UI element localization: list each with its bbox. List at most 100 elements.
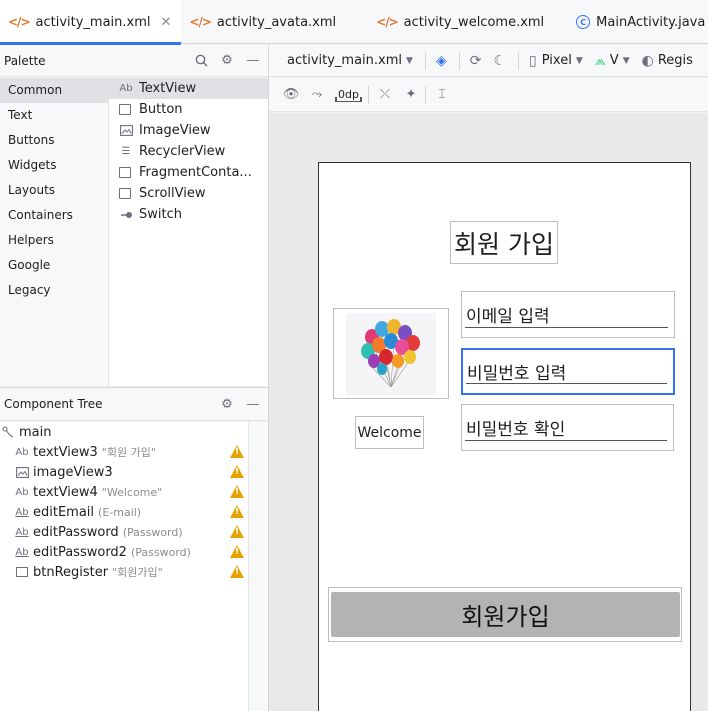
email-placeholder: 이메일 입력: [466, 307, 550, 327]
clear-constraints-icon[interactable]: ⤫: [373, 84, 397, 106]
orientation-icon[interactable]: ⟳: [470, 53, 482, 69]
layout-file-dropdown[interactable]: activity_main.xml ▼: [287, 53, 413, 68]
gear-icon[interactable]: ⚙: [216, 50, 238, 72]
category-common[interactable]: Common: [0, 78, 108, 103]
imageview-icon: [14, 466, 30, 478]
category-legacy[interactable]: Legacy: [0, 278, 108, 303]
editor-tab-bar: </> activity_main.xml ✕ </> activity_ava…: [0, 0, 708, 45]
widget-label: TextView: [139, 81, 197, 96]
tab-main-activity[interactable]: C MainActivity.java: [568, 0, 708, 44]
edittext-icon: Ab: [15, 546, 29, 558]
android-icon: ⩕: [594, 52, 606, 69]
api-dropdown[interactable]: ⩕ V ▼: [595, 53, 630, 69]
theme-dropdown[interactable]: ◐ Regis: [642, 53, 693, 69]
tab-activity-welcome[interactable]: </> activity_welcome.xml: [368, 0, 554, 44]
minimize-icon[interactable]: —: [242, 50, 264, 72]
category-widgets[interactable]: Widgets: [0, 153, 108, 178]
preview-email-edittext[interactable]: 이메일 입력: [461, 291, 675, 338]
java-class-icon: C: [576, 15, 591, 29]
widget-imageview[interactable]: ImageView: [109, 120, 268, 141]
device-dropdown[interactable]: ▯ Pixel ▼: [529, 53, 583, 69]
toolbar-separator: [424, 51, 426, 70]
category-layouts[interactable]: Layouts: [0, 178, 108, 203]
button-icon: [119, 104, 131, 115]
palette-header: Palette ⚙ —: [0, 45, 268, 77]
switch-icon: [119, 211, 133, 219]
category-google[interactable]: Google: [0, 253, 108, 278]
infer-constraints-icon[interactable]: ✦: [399, 84, 423, 106]
warning-icon[interactable]: [230, 545, 244, 558]
widget-switch[interactable]: Switch: [109, 204, 268, 225]
warning-icon[interactable]: [230, 445, 244, 458]
magnet-icon[interactable]: ⤳: [305, 84, 329, 106]
tree-node-editemail[interactable]: Ab editEmail (E-mail): [0, 502, 248, 522]
theme-label: Regis: [657, 53, 693, 68]
layout-file-label: activity_main.xml: [287, 53, 403, 68]
tree-node-btnregister[interactable]: btnRegister "회원가입": [0, 562, 248, 582]
preview-register-button-frame[interactable]: 회원가입: [328, 587, 682, 642]
widget-scrollview[interactable]: ScrollView: [109, 183, 268, 204]
xml-file-icon: </>: [376, 15, 398, 29]
button-icon: [14, 567, 30, 577]
preview-welcome-textview[interactable]: Welcome: [355, 416, 424, 449]
xml-file-icon: </>: [8, 15, 30, 29]
category-helpers[interactable]: Helpers: [0, 228, 108, 253]
password-confirm-placeholder: 비밀번호 확인: [466, 420, 566, 440]
layers-icon[interactable]: ◈: [436, 53, 447, 69]
preview-register-button[interactable]: 회원가입: [331, 592, 680, 637]
warning-icon[interactable]: [230, 565, 244, 578]
tree-node-label: textView3: [33, 444, 98, 460]
tab-activity-avata[interactable]: </> activity_avata.xml: [181, 0, 346, 44]
night-mode-icon[interactable]: ☾: [493, 53, 506, 69]
textview-icon: Ab: [119, 83, 133, 94]
guidelines-icon[interactable]: ⌶: [430, 84, 454, 106]
imageview-icon: [119, 125, 133, 136]
balloons-image: [346, 313, 436, 395]
textview-icon: Ab: [15, 486, 29, 498]
warning-icon[interactable]: [230, 505, 244, 518]
palette-widgets: Ab TextView Button ImageView ☰ RecyclerV…: [108, 78, 268, 386]
widget-fragmentcontainer[interactable]: FragmentConta...: [109, 162, 268, 183]
warning-icon[interactable]: [230, 465, 244, 478]
tree-node-label: imageView3: [33, 464, 113, 480]
edittext-icon: Ab: [15, 526, 29, 538]
eye-icon[interactable]: 👁︎: [279, 84, 303, 106]
preview-password-confirm-edittext[interactable]: 비밀번호 확인: [461, 404, 674, 451]
category-buttons[interactable]: Buttons: [0, 128, 108, 153]
widget-recyclerview[interactable]: ☰ RecyclerView: [109, 141, 268, 162]
tree-node-textview4[interactable]: Ab textView4 "Welcome": [0, 482, 248, 502]
gear-icon[interactable]: ⚙: [216, 393, 238, 415]
tree-node-label: main: [19, 424, 52, 440]
tree-node-editpassword[interactable]: Ab editPassword (Password): [0, 522, 248, 542]
widget-button[interactable]: Button: [109, 99, 268, 120]
category-text[interactable]: Text: [0, 103, 108, 128]
fragment-icon: [119, 167, 131, 178]
tree-node-textview3[interactable]: Ab textView3 "회원 가입": [0, 442, 248, 462]
search-icon[interactable]: [190, 50, 212, 72]
chevron-down-icon: ▼: [622, 55, 630, 66]
password-placeholder: 비밀번호 입력: [467, 364, 567, 384]
edittext-underline: [466, 383, 667, 384]
default-margin-field[interactable]: 0dp: [335, 88, 362, 102]
theme-icon: ◐: [641, 52, 654, 69]
textview-icon: Ab: [15, 446, 29, 458]
minimize-icon[interactable]: —: [242, 393, 264, 415]
warning-icon[interactable]: [230, 485, 244, 498]
palette-title: Palette: [4, 53, 46, 68]
tree-node-imageview3[interactable]: imageView3: [0, 462, 248, 482]
toolbar-separator: [367, 85, 369, 104]
preview-imageview[interactable]: [333, 308, 449, 399]
preview-title-textview[interactable]: 회원 가입: [450, 221, 558, 264]
widget-textview[interactable]: Ab TextView: [109, 78, 268, 99]
tab-activity-main[interactable]: </> activity_main.xml ✕: [0, 0, 182, 45]
close-icon[interactable]: ✕: [161, 15, 172, 30]
tree-node-main[interactable]: main: [0, 422, 248, 442]
tab-label: activity_avata.xml: [216, 14, 337, 30]
warning-icon[interactable]: [230, 525, 244, 538]
category-containers[interactable]: Containers: [0, 203, 108, 228]
tree-node-editpassword2[interactable]: Ab editPassword2 (Password): [0, 542, 248, 562]
preview-password-edittext[interactable]: 비밀번호 입력: [461, 348, 675, 395]
phone-icon: ▯: [529, 52, 537, 69]
edittext-icon: Ab: [15, 506, 29, 518]
palette-categories: Common Text Buttons Widgets Layouts Cont…: [0, 78, 108, 386]
